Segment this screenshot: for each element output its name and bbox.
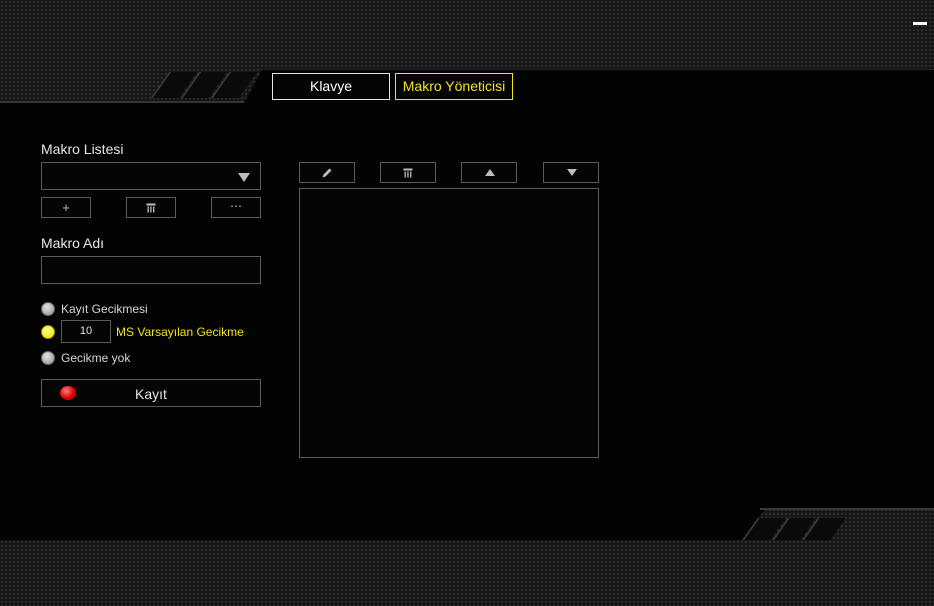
- top-decor-stripes: [150, 72, 260, 98]
- bottom-tab-edge: [760, 508, 934, 510]
- move-down-icon: [567, 169, 577, 176]
- more-options-button[interactable]: ⋯: [211, 197, 261, 218]
- record-button-label: Kayıt: [135, 386, 167, 402]
- bottom-mesh-band: [0, 540, 934, 606]
- tab-klavye[interactable]: Klavye: [272, 73, 390, 100]
- no-delay-label: Gecikme yok: [61, 351, 131, 365]
- macro-list-dropdown[interactable]: [41, 162, 261, 190]
- macro-event-list[interactable]: [299, 188, 599, 458]
- default-delay-radio[interactable]: [41, 325, 55, 339]
- tab-makro-yoneticisi[interactable]: Makro Yöneticisi: [395, 73, 513, 100]
- move-down-button[interactable]: [543, 162, 599, 183]
- record-delay-label: Kayıt Gecikmesi: [61, 302, 148, 316]
- trash-icon: [403, 168, 413, 177]
- edit-event-button[interactable]: [299, 162, 355, 183]
- trash-icon: [146, 203, 156, 212]
- chevron-down-icon: [238, 173, 250, 182]
- pencil-icon: [322, 168, 332, 177]
- record-delay-radio[interactable]: [41, 302, 55, 316]
- delete-event-button[interactable]: [380, 162, 436, 183]
- no-delay-radio[interactable]: [41, 351, 55, 365]
- macro-list-label: Makro Listesi: [41, 141, 124, 157]
- minimize-button[interactable]: [912, 14, 928, 30]
- bottom-decor-stripes: [738, 518, 846, 542]
- default-delay-input[interactable]: 10: [61, 320, 111, 343]
- macro-name-input[interactable]: [41, 256, 261, 284]
- macro-name-label: Makro Adı: [41, 235, 105, 251]
- move-up-icon: [485, 169, 495, 176]
- delete-macro-button[interactable]: [126, 197, 176, 218]
- record-button[interactable]: Kayıt: [41, 379, 261, 407]
- add-macro-button[interactable]: +: [41, 197, 91, 218]
- minimize-icon: [913, 22, 927, 25]
- default-delay-label: MS Varsayılan Gecikme: [116, 325, 244, 339]
- move-up-button[interactable]: [461, 162, 517, 183]
